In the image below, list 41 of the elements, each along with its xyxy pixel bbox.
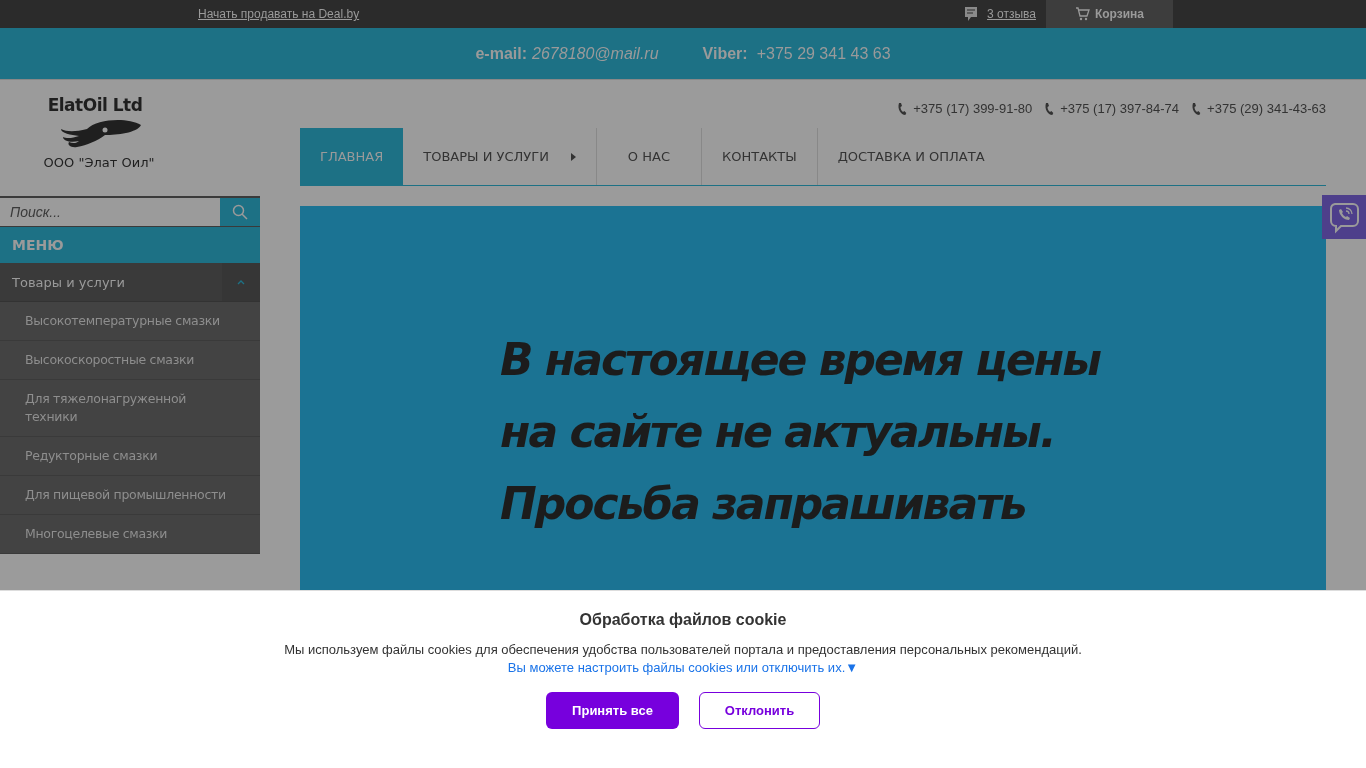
nav-tab[interactable]: ТОВАРЫ И УСЛУГИ <box>403 128 597 185</box>
search-button[interactable] <box>220 198 260 226</box>
accept-button[interactable]: Принять все <box>546 692 679 729</box>
viber-button[interactable] <box>1322 195 1366 239</box>
menu-header: МЕНЮ <box>0 227 260 263</box>
nav-tab[interactable]: ДОСТАВКА И ОПЛАТА <box>817 128 1005 185</box>
subcategory-item[interactable]: Высокотемпературные смазки <box>0 302 260 341</box>
reviews-link[interactable]: 3 отзыва <box>987 7 1036 21</box>
phone-number: +375 (29) 341-43-63 <box>1207 101 1326 116</box>
cookie-text: Мы используем файлы cookies для обеспечения удобства пользователей портала и предоставления персональных рекомендаций. <box>284 642 1082 657</box>
decline-button[interactable]: Отклонить <box>699 692 820 729</box>
cart-button[interactable]: Корзина <box>1046 0 1173 28</box>
phone-number: +375 (17) 397-84-74 <box>1060 101 1180 116</box>
subcategory-item[interactable]: Высокоскоростные смазки <box>0 341 260 380</box>
cookie-settings-link[interactable]: Вы можете настроить файлы cookies или отключить их.▼ <box>507 660 859 675</box>
comment-icon <box>964 6 979 22</box>
subcategory-item[interactable]: Для пищевой промышленности <box>0 476 260 515</box>
chevron-icon <box>236 279 246 285</box>
search-icon <box>232 204 248 220</box>
category-item[interactable]: Товары и услуги <box>0 263 260 302</box>
phone-icon <box>1044 101 1055 116</box>
company-name: ООО "Элат Оил" <box>43 155 155 170</box>
banner-text: на сайте не актуальны. <box>500 405 1056 459</box>
phone-icon <box>897 101 908 116</box>
viber-label: Viber: <box>702 44 748 63</box>
subcategory-item[interactable]: Для тяжелонагруженной техники <box>0 380 260 437</box>
phone-icon <box>1191 101 1202 116</box>
phone-number: +375 (17) 399-91-80 <box>913 101 1033 116</box>
nav-tab[interactable]: КОНТАКТЫ <box>702 128 818 185</box>
sell-link[interactable]: Начать продавать на Deal.by <box>198 7 360 21</box>
logo-title: ElatOil Ltd <box>47 95 143 115</box>
cart-icon <box>1074 7 1090 21</box>
banner-text: Просьба запрашивать <box>500 477 1027 531</box>
nav-tab[interactable]: О НАС <box>596 128 702 185</box>
banner-text: В настоящее время цены <box>500 333 1102 387</box>
cookie-title: Обработка файлов cookie <box>579 611 787 629</box>
subcategory-item[interactable]: Редукторные смазки <box>0 437 260 476</box>
viber-number: +375 29 341 43 63 <box>756 44 891 63</box>
email-label: e-mail: <box>475 44 528 63</box>
collapse-toggle[interactable] <box>222 263 260 301</box>
subcategory-item[interactable]: Многоцелевые смазки <box>0 515 260 554</box>
